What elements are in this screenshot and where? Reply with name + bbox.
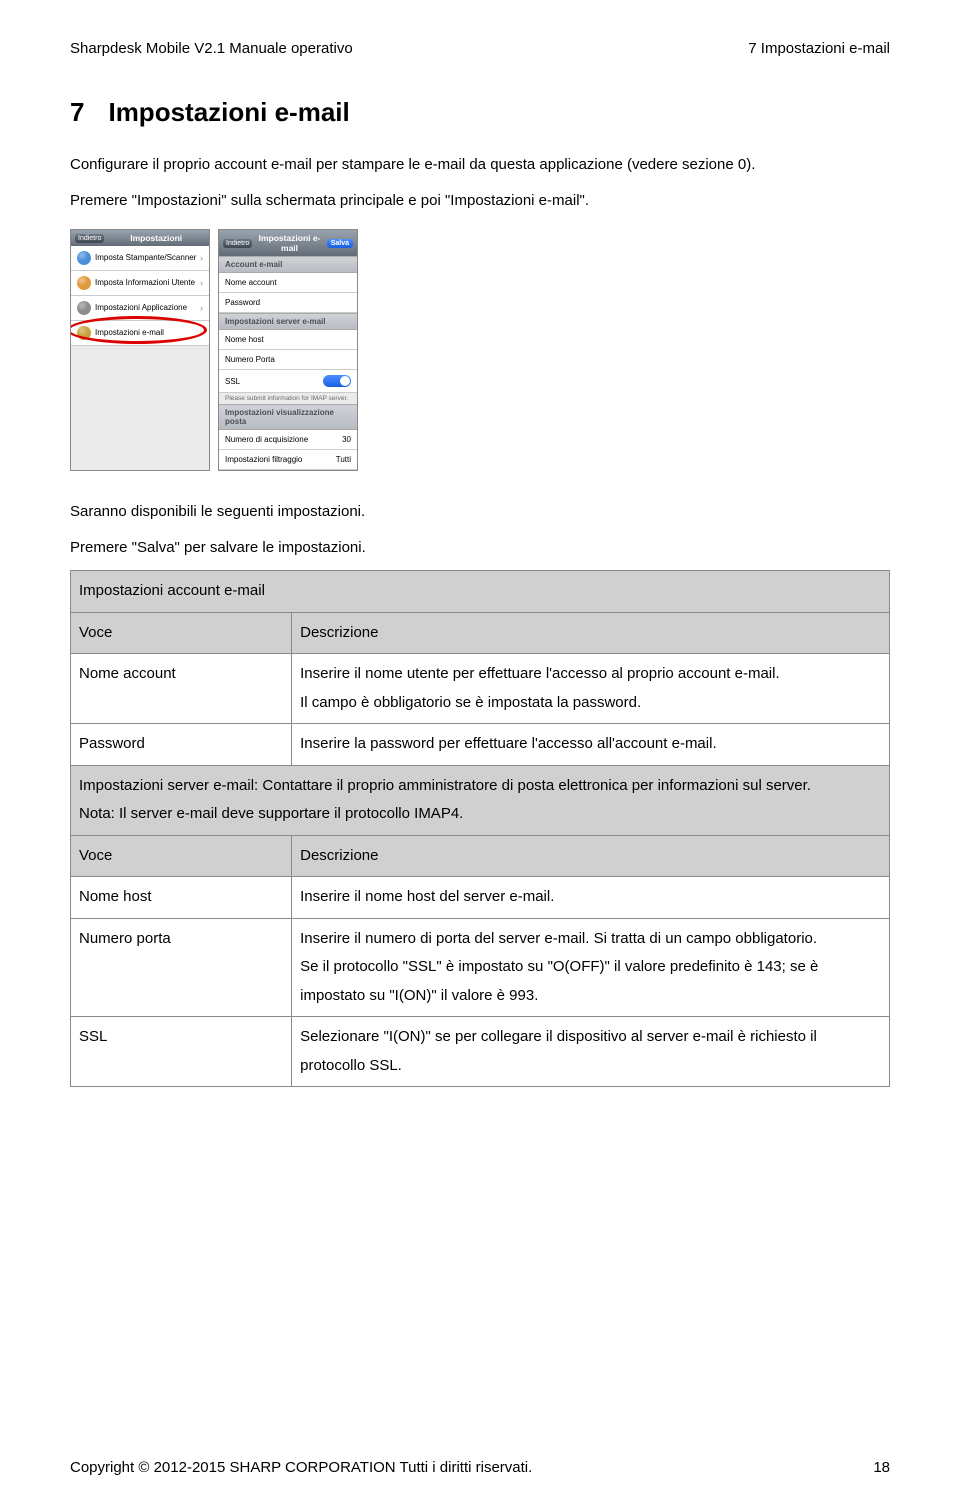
page-footer: Copyright © 2012-2015 SHARP CORPORATION …: [70, 1459, 890, 1476]
chevron-right-icon: ›: [200, 303, 203, 313]
table-header-desc: Descrizione: [292, 612, 890, 654]
table-section-account: Impostazioni account e-mail: [71, 571, 890, 613]
settings-row-app[interactable]: Impostazioni Applicazione ›: [71, 296, 209, 321]
section-display: Impostazioni visualizzazione posta: [219, 404, 357, 430]
phone-title: Impostazioni e-mail: [255, 233, 323, 253]
table-row: Numero porta Inserire il numero di porta…: [71, 918, 890, 1017]
printer-icon: [77, 251, 91, 265]
screenshot-settings: Indietro Impostazioni Imposta Stampante/…: [70, 229, 210, 471]
mail-icon: [77, 326, 91, 340]
cell-desc: Inserire la password per effettuare l'ac…: [292, 724, 890, 766]
table-header-desc: Descrizione: [292, 835, 890, 877]
row-password[interactable]: Password: [219, 293, 357, 313]
row-acquire-count[interactable]: Numero di acquisizione30: [219, 430, 357, 450]
chapter-heading: 7 Impostazioni e-mail: [70, 97, 890, 128]
cell-item: SSL: [71, 1017, 292, 1087]
header-left: Sharpdesk Mobile V2.1 Manuale operativo: [70, 40, 353, 57]
table-row: Password Inserire la password per effett…: [71, 724, 890, 766]
section-account: Account e-mail: [219, 256, 357, 273]
back-button[interactable]: Indietro: [223, 239, 252, 248]
phone-title: Impostazioni: [107, 233, 205, 243]
cell-item: Nome host: [71, 877, 292, 919]
cell-item: Numero porta: [71, 918, 292, 1017]
row-ssl[interactable]: SSL: [219, 370, 357, 393]
row-account-name[interactable]: Nome account: [219, 273, 357, 293]
page-number: 18: [873, 1459, 890, 1476]
row-port[interactable]: Numero Porta: [219, 350, 357, 370]
phone-empty-area: [71, 346, 209, 470]
chevron-right-icon: ›: [200, 328, 203, 338]
settings-table: Impostazioni account e-mail Voce Descriz…: [70, 570, 890, 1087]
copyright: Copyright © 2012-2015 SHARP CORPORATION …: [70, 1459, 532, 1476]
back-button[interactable]: Indietro: [75, 234, 104, 243]
section-server: Impostazioni server e-mail: [219, 313, 357, 330]
cell-desc: Inserire il nome host del server e-mail.: [292, 877, 890, 919]
table-row: Nome host Inserire il nome host del serv…: [71, 877, 890, 919]
table-row: SSL Selezionare "I(ON)" se per collegare…: [71, 1017, 890, 1087]
ssl-toggle[interactable]: [323, 375, 351, 387]
chevron-right-icon: ›: [200, 278, 203, 288]
intro-paragraph-1: Configurare il proprio account e-mail pe…: [70, 152, 890, 178]
imap-note: Please submit information for IMAP serve…: [219, 393, 357, 404]
cell-desc: Inserire il nome utente per effettuare l…: [292, 654, 890, 724]
settings-row-printer[interactable]: Imposta Stampante/Scanner ›: [71, 246, 209, 271]
chevron-right-icon: ›: [200, 253, 203, 263]
cell-item: Nome account: [71, 654, 292, 724]
after-paragraph-1: Saranno disponibili le seguenti impostaz…: [70, 499, 890, 525]
screenshot-email-settings: Indietro Impostazioni e-mail Salva Accou…: [218, 229, 358, 471]
screenshot-group: Indietro Impostazioni Imposta Stampante/…: [70, 229, 890, 471]
chapter-title: Impostazioni e-mail: [108, 97, 349, 127]
cell-item: Password: [71, 724, 292, 766]
phone-titlebar: Indietro Impostazioni: [71, 230, 209, 246]
chapter-number: 7: [70, 97, 84, 128]
cell-desc: Selezionare "I(ON)" se per collegare il …: [292, 1017, 890, 1087]
row-filter[interactable]: Impostazioni filtraggioTutti: [219, 450, 357, 470]
table-header-item: Voce: [71, 612, 292, 654]
phone-titlebar: Indietro Impostazioni e-mail Salva: [219, 230, 357, 256]
table-row: Nome account Inserire il nome utente per…: [71, 654, 890, 724]
gear-icon: [77, 301, 91, 315]
table-section-server: Impostazioni server e-mail: Contattare i…: [71, 765, 890, 835]
cell-desc: Inserire il numero di porta del server e…: [292, 918, 890, 1017]
header-right: 7 Impostazioni e-mail: [748, 40, 890, 57]
table-header-item: Voce: [71, 835, 292, 877]
page: Sharpdesk Mobile V2.1 Manuale operativo …: [0, 0, 960, 1506]
save-button[interactable]: Salva: [327, 239, 353, 248]
settings-row-email[interactable]: Impostazioni e-mail ›: [71, 321, 209, 346]
user-icon: [77, 276, 91, 290]
row-host[interactable]: Nome host: [219, 330, 357, 350]
running-header: Sharpdesk Mobile V2.1 Manuale operativo …: [70, 40, 890, 57]
settings-row-userinfo[interactable]: Imposta Informazioni Utente ›: [71, 271, 209, 296]
intro-paragraph-2: Premere "Impostazioni" sulla schermata p…: [70, 188, 890, 214]
after-paragraph-2: Premere "Salva" per salvare le impostazi…: [70, 535, 890, 561]
